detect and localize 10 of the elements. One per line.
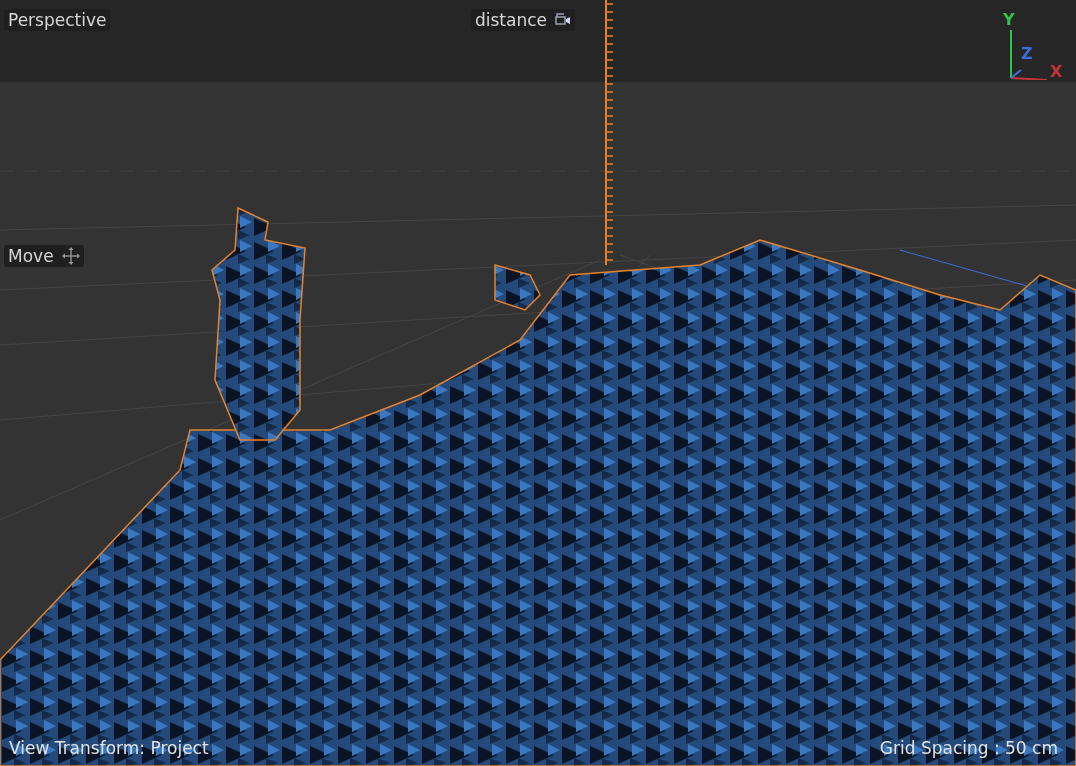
view-transform-label: View Transform: Project	[9, 738, 209, 758]
camera-icon	[555, 13, 572, 27]
grid-spacing-label: Grid Spacing : 50 cm	[879, 738, 1058, 758]
axis-label: Z	[1021, 46, 1033, 62]
camera-mode-button[interactable]: distance	[471, 9, 576, 31]
axis-label: Y	[1003, 12, 1015, 28]
move-tool-button[interactable]: Move	[4, 245, 84, 267]
move-arrows-icon	[61, 247, 80, 265]
view-name-label[interactable]: Perspective	[4, 9, 111, 31]
axis-label: X	[1050, 64, 1063, 80]
